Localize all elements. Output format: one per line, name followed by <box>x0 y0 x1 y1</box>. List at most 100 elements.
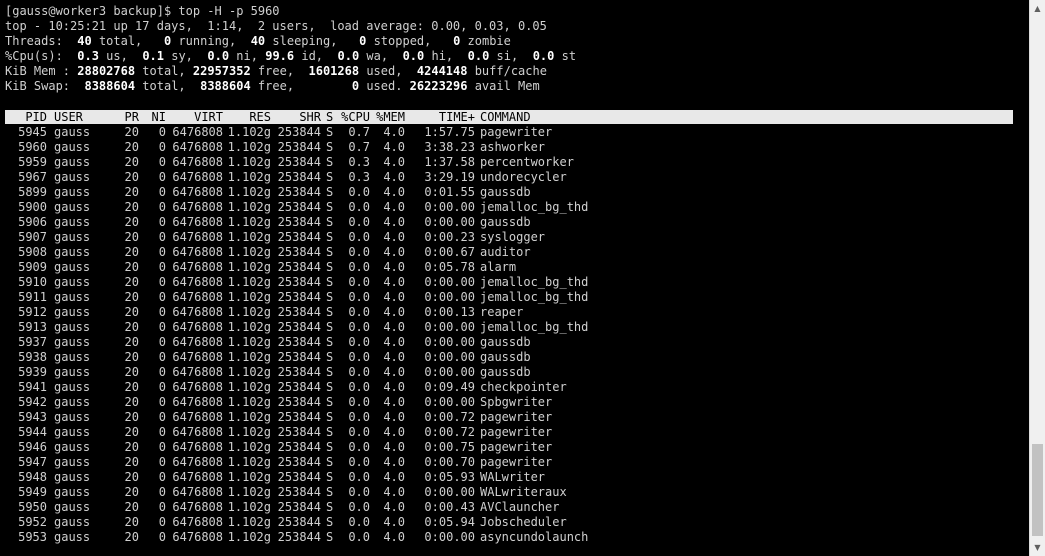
cell-state: S <box>326 200 334 214</box>
cell-time: 0:00.70 <box>424 455 475 469</box>
cell-mem: 4.0 <box>383 125 405 139</box>
cell-command: pagewriter <box>480 125 553 139</box>
cell-virt: 6476808 <box>172 125 223 139</box>
cell-virt: 6476808 <box>172 530 223 544</box>
cell-user: gauss <box>54 305 91 319</box>
cpu-ni: 0.0 <box>207 49 230 63</box>
process-row: 5952 gauss 20 0 6476808 1.102g 253844 S 0.0 4.0 0:… <box>5 515 1013 530</box>
cell-cpu: 0.7 <box>348 125 370 139</box>
vertical-scrollbar[interactable]: ▲ ▼ <box>1029 0 1045 556</box>
cell-user: gauss <box>54 260 91 274</box>
cpu-sy: 0.1 <box>142 49 164 63</box>
cell-pr: 20 <box>124 440 139 454</box>
header-time: TIME+ <box>438 110 475 124</box>
cell-res: 1.102g <box>227 140 271 154</box>
cell-mem: 4.0 <box>383 440 405 454</box>
header-command: COMMAND <box>480 110 531 124</box>
cell-shr: 253844 <box>277 485 321 499</box>
cpu-us: 0.3 <box>77 49 99 63</box>
cell-time: 0:00.00 <box>424 215 475 229</box>
cell-state: S <box>326 275 334 289</box>
cell-mem: 4.0 <box>383 515 405 529</box>
cell-res: 1.102g <box>227 395 271 409</box>
cell-user: gauss <box>54 485 91 499</box>
cell-command: checkpointer <box>480 380 567 394</box>
cell-shr: 253844 <box>277 290 321 304</box>
cell-mem: 4.0 <box>383 185 405 199</box>
cell-time: 0:00.43 <box>424 500 475 514</box>
cell-res: 1.102g <box>227 440 271 454</box>
triangle-down-icon[interactable]: ▼ <box>1030 539 1045 556</box>
scrollbar-thumb[interactable] <box>1032 444 1043 536</box>
cell-user: gauss <box>54 275 91 289</box>
process-row: 5947 gauss 20 0 6476808 1.102g 253844 S 0.0 4.0 0:… <box>5 455 1013 470</box>
cell-command: jemalloc_bg_thd <box>480 200 589 214</box>
cell-pid: 5948 <box>18 470 47 484</box>
cell-command: jemalloc_bg_thd <box>480 275 589 289</box>
cell-ni: 0 <box>158 290 166 304</box>
cell-time: 0:00.00 <box>424 200 475 214</box>
cell-command: jemalloc_bg_thd <box>480 290 589 304</box>
shell-prompt-line: [gauss@worker3 backup]$ top -H -p 5960 <box>5 4 280 18</box>
cell-state: S <box>326 455 334 469</box>
threads-sleeping: 40 <box>250 34 266 48</box>
cpu-sy-label: sy, <box>171 49 193 63</box>
cell-pr: 20 <box>124 515 139 529</box>
threads-zombie: 0 <box>453 34 461 48</box>
cell-pr: 20 <box>124 365 139 379</box>
cell-pid: 5939 <box>18 365 47 379</box>
cell-state: S <box>326 350 334 364</box>
cell-res: 1.102g <box>227 410 271 424</box>
cell-pr: 20 <box>124 320 139 334</box>
cell-state: S <box>326 215 334 229</box>
top-uptime-line: top - 10:25:21 up 17 days, 1:14, 2 users… <box>5 19 547 33</box>
cell-state: S <box>326 530 334 544</box>
triangle-up-icon[interactable]: ▲ <box>1030 0 1045 17</box>
cell-res: 1.102g <box>227 200 271 214</box>
cell-mem: 4.0 <box>383 305 405 319</box>
cell-pid: 5943 <box>18 410 47 424</box>
process-row: 5906 gauss 20 0 6476808 1.102g 253844 S 0.0 4.0 0:… <box>5 215 1013 230</box>
cell-time: 0:01.55 <box>424 185 475 199</box>
cell-ni: 0 <box>158 200 166 214</box>
cell-pr: 20 <box>124 305 139 319</box>
cell-ni: 0 <box>158 425 166 439</box>
cell-time: 0:00.72 <box>424 425 475 439</box>
cell-pr: 20 <box>124 260 139 274</box>
cell-mem: 4.0 <box>383 410 405 424</box>
cell-user: gauss <box>54 155 91 169</box>
cpu-id: 99.6 <box>265 49 295 63</box>
cell-state: S <box>326 140 334 154</box>
cell-user: gauss <box>54 515 91 529</box>
header-user: USER <box>54 110 83 124</box>
cell-ni: 0 <box>158 350 166 364</box>
cell-pr: 20 <box>124 500 139 514</box>
threads-stopped: 0 <box>359 34 367 48</box>
mem-total: 28802768 <box>77 64 136 78</box>
process-row: 5944 gauss 20 0 6476808 1.102g 253844 S 0.0 4.0 0:… <box>5 425 1013 440</box>
cell-pid: 5906 <box>18 215 47 229</box>
cell-time: 0:00.00 <box>424 530 475 544</box>
process-row: 5908 gauss 20 0 6476808 1.102g 253844 S 0.0 4.0 0:… <box>5 245 1013 260</box>
cell-time: 0:00.67 <box>424 245 475 259</box>
cell-pr: 20 <box>124 170 139 184</box>
cpu-hi-label: hi, <box>431 49 454 63</box>
cell-user: gauss <box>54 470 91 484</box>
cell-shr: 253844 <box>277 140 321 154</box>
cell-pid: 5908 <box>18 245 47 259</box>
cell-command: gaussdb <box>480 365 531 379</box>
process-row: 5945 gauss 20 0 6476808 1.102g 253844 S 0.7 4.0 1:… <box>5 125 1013 140</box>
cell-ni: 0 <box>158 155 166 169</box>
header-ni: NI <box>151 110 166 124</box>
cell-command: pagewriter <box>480 410 553 424</box>
cell-cpu: 0.0 <box>348 470 370 484</box>
process-row: 5913 gauss 20 0 6476808 1.102g 253844 S 0.0 4.0 0:… <box>5 320 1013 335</box>
cpu-summary-line: %Cpu(s): 0.3 us, 0.1 sy, 0.0 ni, 99.6 id… <box>5 49 576 64</box>
cell-cpu: 0.0 <box>348 395 370 409</box>
process-row: 5939 gauss 20 0 6476808 1.102g 253844 S 0.0 4.0 0:… <box>5 365 1013 380</box>
cell-pid: 5945 <box>18 125 47 139</box>
terminal-window[interactable]: [gauss@worker3 backup]$ top -H -p 5960 t… <box>0 0 1029 556</box>
cell-ni: 0 <box>158 245 166 259</box>
cell-command: Spbgwriter <box>480 395 553 409</box>
cell-res: 1.102g <box>227 515 271 529</box>
